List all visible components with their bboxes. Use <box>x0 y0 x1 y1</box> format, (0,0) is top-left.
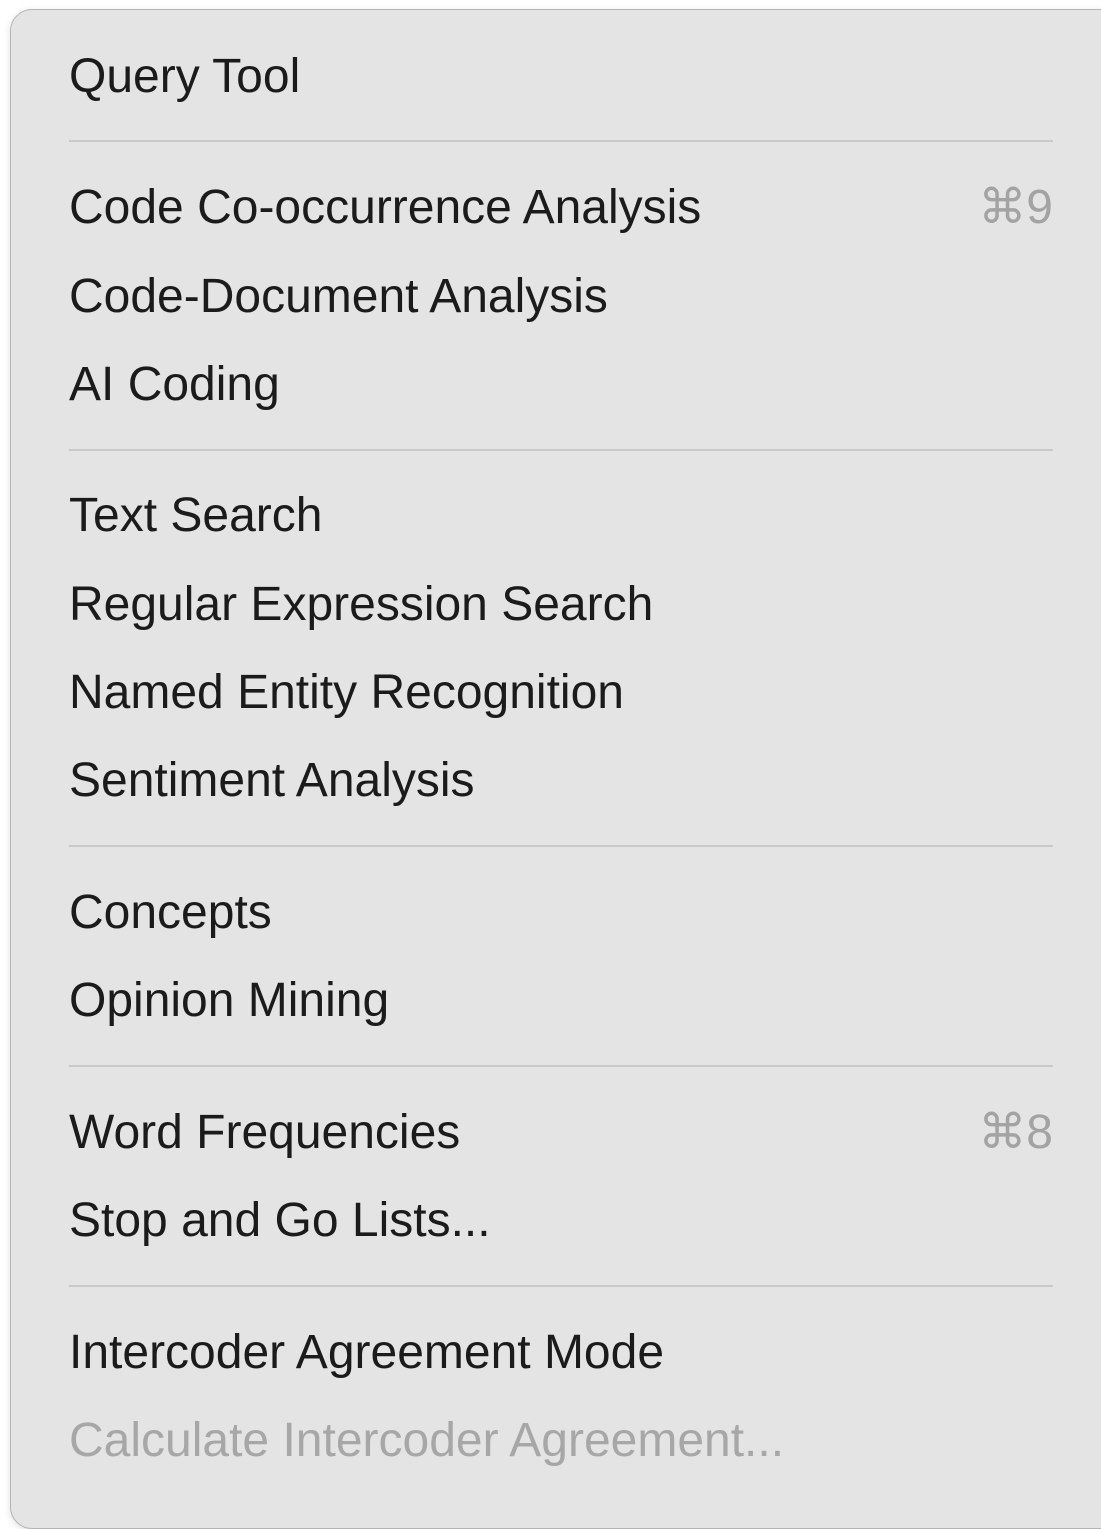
menu-item-label: Stop and Go Lists... <box>69 1194 491 1247</box>
menu-item-label: AI Coding <box>69 358 280 411</box>
menu-item-label: Opinion Mining <box>69 974 390 1027</box>
menu-item-label: Word Frequencies <box>69 1106 461 1159</box>
menu-item-label: Concepts <box>69 886 272 939</box>
menu-item-label: Query Tool <box>69 50 301 103</box>
menu-item-label: Text Search <box>69 489 323 542</box>
menu-item-label: Code Co-occurrence Analysis <box>69 181 702 234</box>
menu-item-stop-and-go-lists[interactable]: Stop and Go Lists... <box>69 1177 1053 1265</box>
menu-separator <box>69 1065 1053 1067</box>
menu-item-calculate-intercoder-agreement: Calculate Intercoder Agreement... <box>69 1397 1053 1485</box>
menu-separator <box>69 1285 1053 1287</box>
menu-item-label: Regular Expression Search <box>69 578 654 631</box>
menu-item-label: Code-Document Analysis <box>69 270 608 323</box>
menu-item-code-co-occurrence-analysis[interactable]: Code Co-occurrence Analysis ⌘9 <box>69 164 1053 252</box>
menu-item-label: Calculate Intercoder Agreement... <box>69 1414 785 1467</box>
menu-item-label: Named Entity Recognition <box>69 666 624 719</box>
menu-item-word-frequencies[interactable]: Word Frequencies ⌘8 <box>69 1089 1053 1177</box>
menu-item-label: Intercoder Agreement Mode <box>69 1326 665 1379</box>
menu-separator <box>69 140 1053 142</box>
menu-item-intercoder-agreement-mode[interactable]: Intercoder Agreement Mode <box>69 1309 1053 1397</box>
menu-item-named-entity-recognition[interactable]: Named Entity Recognition <box>69 649 1053 737</box>
menu-item-regular-expression-search[interactable]: Regular Expression Search <box>69 561 1053 649</box>
menu-item-opinion-mining[interactable]: Opinion Mining <box>69 957 1053 1045</box>
menu-item-concepts[interactable]: Concepts <box>69 869 1053 957</box>
menu-item-text-search[interactable]: Text Search <box>69 472 1053 560</box>
menu-item-sentiment-analysis[interactable]: Sentiment Analysis <box>69 737 1053 825</box>
menu-item-ai-coding[interactable]: AI Coding <box>69 341 1053 429</box>
menu-item-query-tool[interactable]: Query Tool <box>69 33 1053 121</box>
menu-item-code-document-analysis[interactable]: Code-Document Analysis <box>69 253 1053 341</box>
shortcut-label: ⌘8 <box>978 1106 1053 1159</box>
menu-separator <box>69 449 1053 451</box>
shortcut-label: ⌘9 <box>978 181 1053 234</box>
menu-item-label: Sentiment Analysis <box>69 754 475 807</box>
analysis-menu: Query Tool Code Co-occurrence Analysis ⌘… <box>10 9 1101 1529</box>
menu-separator <box>69 845 1053 847</box>
